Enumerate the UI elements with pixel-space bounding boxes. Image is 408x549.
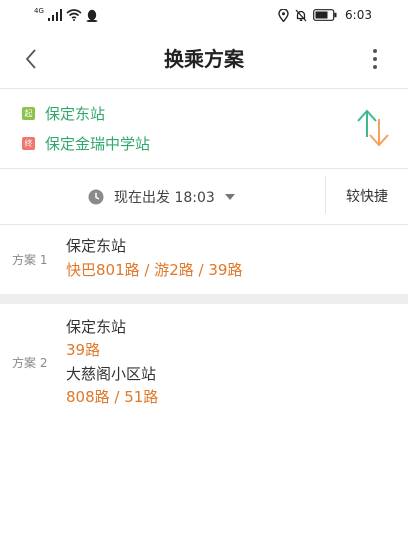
swap-route-button[interactable] [354, 107, 392, 149]
plan-transfer-routes: 808路 / 51路 [66, 388, 159, 406]
caret-down-icon [224, 194, 235, 200]
more-options-button[interactable] [360, 42, 390, 76]
origin-field[interactable]: 起 保定东站 [22, 101, 105, 125]
battery-icon [313, 9, 337, 21]
page-title: 换乘方案 [164, 47, 244, 71]
swap-arrows-icon [357, 109, 389, 147]
departure-time-label: 现在出发 18:03 [114, 190, 215, 206]
wifi-icon [66, 9, 82, 21]
plan-label: 方案 1 [12, 253, 48, 267]
status-left: 4G [34, 7, 98, 23]
departure-time-dropdown[interactable]: 现在出发 18:03 [88, 186, 235, 208]
mute-bell-icon [295, 9, 307, 21]
status-right: 6:03 [278, 7, 372, 23]
plan-label: 方案 2 [12, 356, 48, 370]
clock-time: 6:03 [345, 8, 372, 22]
plan-card-1[interactable]: 方案 1 保定东站 快巴801路 / 游2路 / 39路 [0, 225, 408, 294]
cell-signal-icon [47, 9, 62, 21]
section-gap [0, 294, 408, 304]
origin-station: 保定东站 [45, 104, 106, 123]
status-bar: 4G 6:03 [0, 0, 408, 30]
plan-transfer-stop: 大慈阁小区站 [66, 365, 157, 383]
destination-station: 保定金瑞中学站 [45, 134, 151, 153]
plan-bus-route: 39路 [66, 341, 101, 359]
more-vertical-icon [373, 49, 377, 69]
location-icon [278, 8, 289, 22]
network-type: 4G [34, 7, 44, 15]
destination-field[interactable]: 终 保定金瑞中学站 [22, 131, 150, 155]
sort-faster-button[interactable]: 较快捷 [326, 186, 408, 208]
origin-tag: 起 [22, 106, 35, 120]
clock-icon [88, 189, 104, 205]
top-app-bar: 换乘方案 [0, 30, 408, 89]
qq-notification-icon [86, 9, 98, 22]
plan-start-stop: 保定东站 [66, 237, 127, 255]
plan-card-2[interactable]: 方案 2 保定东站 39路 大慈阁小区站 808路 / 51路 [0, 304, 408, 414]
plan-start-stop: 保定东站 [66, 318, 127, 336]
destination-tag: 终 [22, 136, 35, 150]
plan-bus-routes: 快巴801路 / 游2路 / 39路 [66, 261, 243, 279]
